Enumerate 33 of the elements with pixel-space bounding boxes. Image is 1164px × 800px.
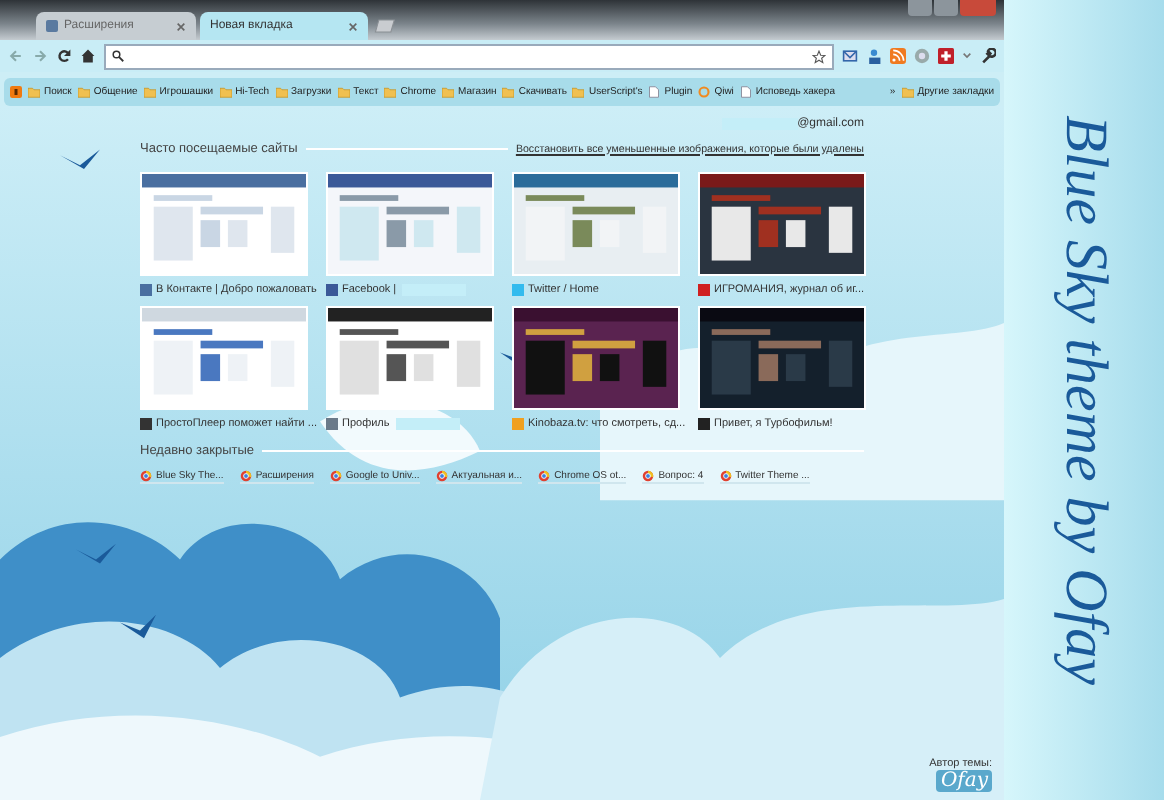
folder-icon: [572, 86, 585, 98]
theme-author: Ofay: [936, 770, 992, 792]
folder-icon: [28, 86, 40, 98]
close-icon[interactable]: [348, 21, 358, 31]
cross-icon[interactable]: [938, 48, 954, 64]
address-field[interactable]: [104, 43, 834, 69]
bird-icon: [60, 149, 100, 170]
person-icon[interactable]: [866, 48, 882, 64]
puzzle-icon: [46, 20, 58, 32]
reload-icon[interactable]: [56, 48, 72, 64]
theme-caption: Blue Sky theme by Ofay: [1050, 115, 1118, 685]
folder-icon: [901, 86, 914, 98]
ring-icon: [698, 86, 711, 98]
bird-icon: [120, 614, 156, 639]
search-icon: [112, 50, 124, 62]
folder-icon: [275, 86, 288, 98]
new-tab-icon[interactable]: [372, 18, 396, 34]
chevron-icon[interactable]: [962, 51, 972, 61]
star-icon[interactable]: [812, 49, 826, 63]
folder-icon: [384, 86, 397, 98]
mail-icon[interactable]: [842, 48, 858, 64]
folder-icon: [143, 86, 156, 98]
home-icon[interactable]: [80, 48, 96, 64]
settings-icon[interactable]: [980, 48, 996, 64]
folder-icon: [337, 86, 350, 98]
bird-icon: [76, 543, 116, 564]
app-icon[interactable]: [10, 86, 22, 98]
folder-icon: [502, 86, 515, 98]
folder-icon: [219, 86, 232, 98]
folder-icon: [442, 86, 455, 98]
close-icon[interactable]: [176, 21, 186, 31]
rss-icon[interactable]: [890, 48, 906, 64]
folder-icon: [77, 86, 90, 98]
